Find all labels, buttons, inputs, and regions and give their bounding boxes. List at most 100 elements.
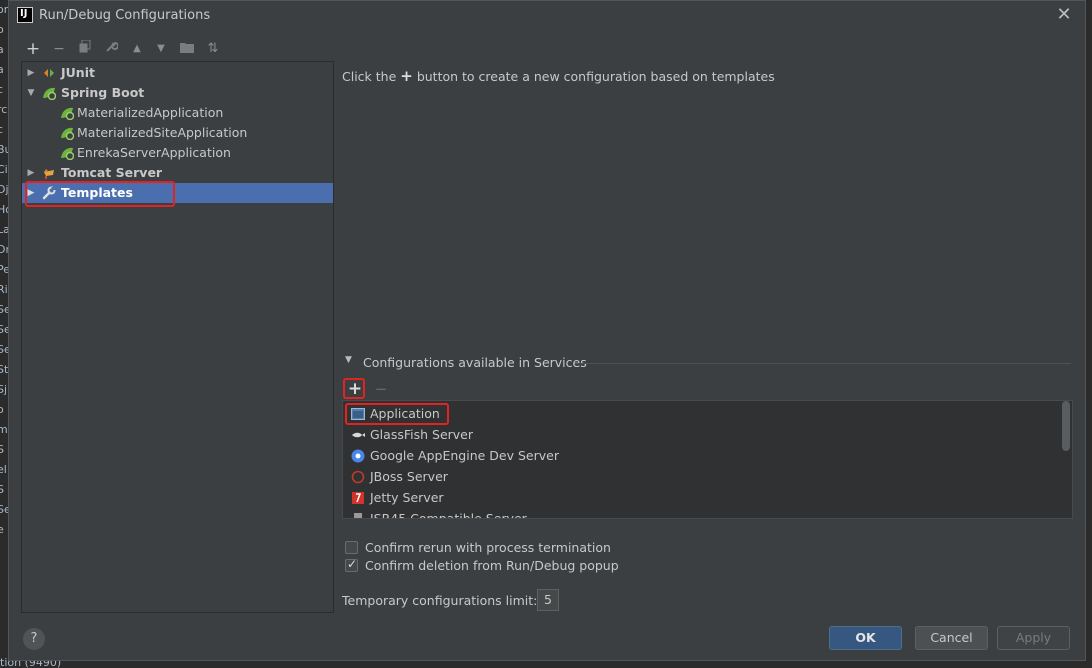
new-folder-button[interactable] [177, 39, 197, 59]
services-section-header[interactable]: ▼ Configurations available in Services [342, 355, 1072, 373]
list-item-glassfish[interactable]: GlassFish Server [343, 424, 1059, 445]
list-item-label: JSR45 Compatible Server [370, 511, 527, 519]
ide-right-strip [1086, 0, 1092, 668]
tree-item-label: Spring Boot [61, 85, 145, 100]
list-item-google-appengine[interactable]: Google AppEngine Dev Server [343, 445, 1059, 466]
ide-left-strip-text: o [0, 23, 4, 36]
tree-item-tomcat-server[interactable]: ▶ Tomcat Server [22, 163, 333, 183]
run-debug-dialog: IJ Run/Debug Configurations ✕ + − ▲ ▼ ⇅ … [8, 0, 1086, 661]
list-item-label: JBoss Server [370, 469, 448, 484]
ide-left-strip: oroaacrccBuCiDjHoLaDrPeRiSeSeSeStSjomSel… [0, 0, 8, 668]
tree-item-label: EnrekaServerApplication [77, 145, 231, 160]
ide-left-strip-text: S [0, 443, 4, 456]
confirm-deletion-checkbox[interactable] [345, 557, 358, 572]
ide-left-strip-text: m [0, 423, 8, 436]
tree-item-label: MaterializedApplication [77, 105, 224, 120]
collapse-arrow-icon[interactable]: ▼ [26, 83, 36, 103]
add-configuration-button[interactable]: + [23, 39, 43, 59]
ide-left-strip-text: Ci [0, 163, 8, 176]
ok-button[interactable]: OK [829, 626, 902, 650]
glassfish-icon [352, 432, 365, 438]
jetty-icon [352, 492, 364, 504]
hint-text-after: button to create a new configuration bas… [416, 69, 775, 84]
appengine-icon [351, 449, 365, 463]
sort-button[interactable]: ⇅ [203, 39, 223, 59]
spring-boot-icon [61, 107, 74, 120]
ide-left-strip-text: St [0, 363, 8, 376]
wrench-icon [105, 41, 119, 52]
list-item-jetty[interactable]: Jetty Server [343, 487, 1059, 508]
close-button[interactable]: ✕ [1053, 4, 1075, 26]
ide-left-strip-text: a [0, 63, 4, 76]
expand-arrow-icon[interactable]: ▶ [26, 63, 36, 83]
collapse-arrow-icon[interactable]: ▼ [345, 355, 352, 365]
section-divider [575, 363, 1071, 364]
spring-boot-icon [61, 147, 74, 160]
services-config-list: Application GlassFish Server Google AppE… [342, 400, 1073, 519]
jsr45-icon [354, 513, 362, 518]
highlight-box [345, 403, 449, 425]
tree-item-spring-boot[interactable]: ▼ Spring Boot [22, 83, 333, 103]
temp-limit-input[interactable]: 5 [537, 589, 559, 611]
cancel-button[interactable]: Cancel [915, 626, 988, 650]
ide-left-strip-text: o [0, 403, 4, 416]
ide-left-strip-text: Se [0, 503, 8, 516]
copy-icon [79, 39, 91, 53]
services-section-title: Configurations available in Services [363, 355, 587, 370]
tree-item-materialized-site-application[interactable]: MaterializedSiteApplication [22, 123, 333, 143]
ide-left-strip-text: Ri [0, 283, 8, 296]
dialog-title: Run/Debug Configurations [39, 8, 211, 23]
list-item-label: Jetty Server [370, 490, 444, 505]
tree-item-label: Tomcat Server [61, 165, 163, 180]
tree-item-label: MaterializedSiteApplication [77, 125, 248, 140]
title-bar: IJ Run/Debug Configurations ✕ [9, 1, 1085, 31]
tree-item-enreka-server-application[interactable]: EnrekaServerApplication [22, 143, 333, 163]
list-item-label: GlassFish Server [370, 427, 473, 442]
confirm-rerun-checkbox[interactable] [345, 541, 358, 554]
tree-item-junit[interactable]: ▶ JUnit [22, 63, 333, 83]
expand-arrow-icon[interactable]: ▶ [26, 163, 36, 183]
spring-boot-icon [43, 87, 56, 100]
confirm-rerun-label: Confirm rerun with process termination [365, 540, 611, 555]
copy-configuration-button[interactable] [75, 39, 95, 59]
ide-left-strip-text: Dr [0, 243, 8, 256]
list-item-label: Google AppEngine Dev Server [370, 448, 559, 463]
tree-item-label: JUnit [61, 65, 95, 80]
ide-left-strip-text: c [0, 83, 4, 96]
tomcat-icon [44, 169, 54, 179]
ide-left-strip-text: Pe [0, 263, 8, 276]
temp-limit-label: Temporary configurations limit: [342, 593, 538, 608]
list-item-jboss[interactable]: JBoss Server [343, 466, 1059, 487]
ide-left-strip-text: Bu [0, 143, 8, 156]
ide-left-strip-text: S [0, 483, 4, 496]
ide-left-strip-text: La [0, 223, 8, 236]
list-item-jsr45[interactable]: JSR45 Compatible Server [343, 508, 1059, 519]
ide-left-strip-text: Se [0, 323, 8, 336]
help-button[interactable]: ? [23, 628, 45, 650]
ide-left-strip-text: or [0, 3, 8, 16]
ide-left-strip-text: el [0, 463, 7, 476]
list-scrollbar[interactable] [1062, 401, 1070, 451]
plus-icon: + [400, 67, 413, 85]
hint-text-before: Click the [342, 69, 397, 84]
jboss-icon [351, 470, 365, 484]
highlight-box [343, 378, 365, 399]
edit-templates-button[interactable] [101, 39, 121, 59]
folder-icon [180, 43, 194, 53]
remove-service-config-button[interactable]: − [371, 380, 391, 398]
apply-button[interactable]: Apply [997, 626, 1070, 650]
remove-configuration-button[interactable]: − [49, 39, 69, 59]
move-up-button[interactable]: ▲ [127, 39, 147, 59]
spring-boot-icon [61, 127, 74, 140]
highlight-box [25, 181, 175, 207]
ide-left-strip-text: c [0, 123, 4, 136]
list-item-application[interactable]: Application [343, 403, 1059, 424]
ide-left-strip-text: Ho [0, 203, 8, 216]
move-down-button[interactable]: ▼ [151, 39, 171, 59]
ide-left-strip-text: rc [0, 103, 8, 116]
ide-left-strip-text: Se [0, 303, 8, 316]
tree-item-materialized-application[interactable]: MaterializedApplication [22, 103, 333, 123]
ide-left-strip-text: Se [0, 343, 8, 356]
junit-icon [44, 69, 54, 77]
intellij-logo-icon: IJ [17, 7, 33, 23]
